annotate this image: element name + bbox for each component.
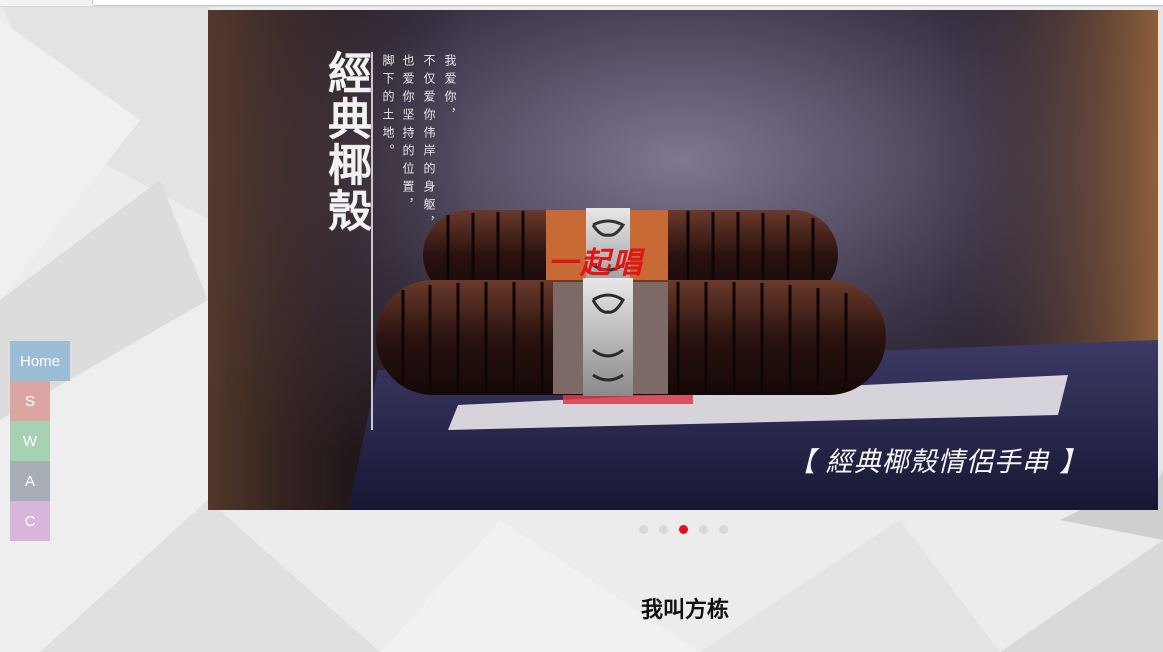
slider-dot-4[interactable] <box>699 525 708 534</box>
hero-banner[interactable]: 經典椰殼 我爱你， 不仅爱你伟岸的身躯， 也爱你坚持的位置， 脚下的土地。 一起… <box>208 10 1158 510</box>
address-bar[interactable] <box>92 0 1163 6</box>
slider-dot-1[interactable] <box>639 525 648 534</box>
banner-vertical-title: 經典椰殼 <box>320 50 371 234</box>
nav-s[interactable]: S <box>10 381 50 421</box>
banner-caption: 【 經典椰殼情侶手串 】 <box>788 447 1088 478</box>
bracelet-front <box>376 278 886 396</box>
main-heading: 我叫方栋 <box>640 598 729 623</box>
poem-line-1: 我爱你， <box>443 54 457 126</box>
slider-dot-3[interactable] <box>679 525 688 534</box>
slider-dots <box>639 525 728 534</box>
nav-home[interactable]: Home <box>10 341 70 381</box>
nav-w[interactable]: W <box>10 421 50 461</box>
poem-line-3: 也爱你坚持的位置， <box>401 54 415 216</box>
banner-divider <box>371 52 373 430</box>
nav-a[interactable]: A <box>10 461 50 501</box>
bead-inscription: 一起唱 <box>548 246 644 281</box>
side-nav: Home S W A C <box>10 341 70 541</box>
browser-chrome <box>0 0 1163 7</box>
poem-line-4: 脚下的土地。 <box>381 54 395 162</box>
slider-dot-5[interactable] <box>719 525 728 534</box>
poem-line-2: 不仅爱你伟岸的身躯， <box>422 54 436 234</box>
nav-c[interactable]: C <box>10 501 50 541</box>
slider-dot-2[interactable] <box>659 525 668 534</box>
